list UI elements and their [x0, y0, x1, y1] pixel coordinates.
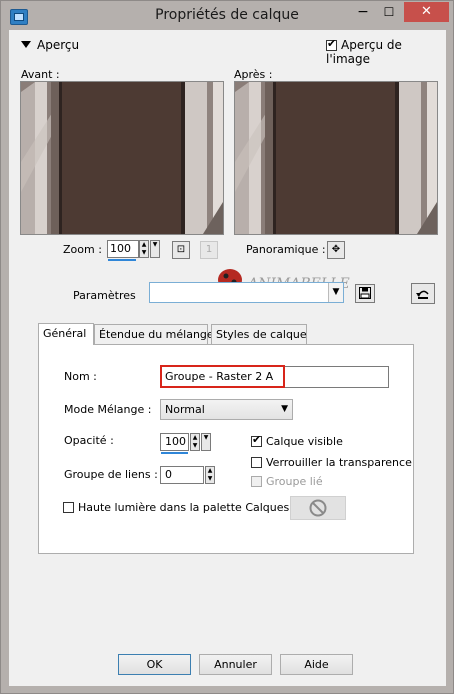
zoom-slider-bar[interactable]	[108, 259, 136, 261]
link-group-label: Groupe de liens :	[64, 468, 158, 481]
save-preset-icon[interactable]	[355, 284, 375, 303]
zoom-dropdown[interactable]: ▼	[150, 240, 160, 258]
lock-transparency-label: Verrouiller la transparence	[266, 456, 412, 469]
checkbox-checked-icon[interactable]	[251, 433, 262, 447]
blend-mode-value: Normal	[165, 403, 205, 416]
blend-mode-select[interactable]: Normal ▼	[160, 399, 293, 420]
checkbox-disabled-icon	[251, 476, 262, 487]
collapse-triangle-icon	[21, 41, 31, 48]
zoom-fit-icon[interactable]: ⊡	[172, 241, 190, 259]
after-preview-image[interactable]	[234, 81, 438, 235]
opacity-label: Opacité :	[64, 434, 114, 447]
checkbox-unchecked-icon[interactable]	[251, 457, 262, 468]
no-symbol-icon	[309, 499, 327, 517]
chevron-down-icon: ▼	[281, 404, 288, 414]
opacity-spinner[interactable]: ▲ ▼	[190, 433, 200, 451]
lock-transparency-checkbox[interactable]: Verrouiller la transparence	[251, 456, 412, 469]
tab-layer-styles[interactable]: Styles de calque	[211, 324, 307, 344]
dialog-body: Aperçu Aperçu de l'image Avant : Après :	[9, 30, 446, 686]
minimize-button[interactable]: −	[350, 3, 376, 23]
help-button[interactable]: Aide	[280, 654, 353, 675]
after-label: Après :	[234, 68, 273, 81]
highlight-in-palette-checkbox[interactable]: Haute lumière dans la palette Calques :	[63, 501, 296, 514]
before-preview-graphic	[21, 82, 223, 234]
before-preview-image[interactable]	[20, 81, 224, 235]
zoom-input[interactable]: 100	[107, 240, 139, 258]
highlight-in-palette-label: Haute lumière dans la palette Calques :	[78, 501, 297, 514]
layer-visible-checkbox[interactable]: Calque visible	[251, 433, 343, 448]
maximize-button[interactable]: ☐	[376, 3, 402, 23]
highlight-color-button[interactable]	[290, 496, 346, 520]
parameters-label: Paramètres	[73, 289, 136, 302]
link-group-spinner[interactable]: ▲ ▼	[205, 466, 215, 484]
parameters-preset-combo[interactable]: ▼	[149, 282, 344, 303]
reset-defaults-icon[interactable]	[411, 283, 435, 304]
show-preview-checkbox[interactable]: Aperçu de l'image	[326, 37, 446, 66]
close-button[interactable]: ✕	[404, 2, 449, 22]
chevron-down-icon[interactable]: ▼	[328, 283, 343, 302]
preview-section-label: Aperçu	[37, 38, 80, 52]
checkbox-checked-icon[interactable]	[326, 37, 337, 51]
group-linked-label: Groupe lié	[266, 475, 323, 488]
cancel-button[interactable]: Annuler	[199, 654, 272, 675]
before-label: Avant :	[21, 68, 60, 81]
link-group-input[interactable]: 0	[160, 466, 204, 484]
preview-section-toggle[interactable]: Aperçu	[21, 38, 79, 52]
zoom-spinner[interactable]: ▲ ▼	[139, 240, 149, 258]
tab-blend-range[interactable]: Étendue du mélange	[94, 324, 214, 344]
group-linked-checkbox: Groupe lié	[251, 475, 323, 488]
opacity-dropdown[interactable]: ▼	[201, 433, 211, 451]
layer-properties-dialog: Propriétés de calque − ☐ ✕ Aperçu Aperçu…	[0, 0, 454, 694]
show-preview-label: Aperçu de l'image	[326, 38, 402, 66]
pan-label: Panoramique :	[246, 243, 326, 256]
title-bar[interactable]: Propriétés de calque − ☐ ✕	[1, 1, 453, 29]
ok-button[interactable]: OK	[118, 654, 191, 675]
name-label: Nom :	[64, 370, 97, 383]
blend-mode-label: Mode Mélange :	[64, 403, 152, 416]
zoom-label: Zoom :	[63, 243, 102, 256]
after-preview-graphic	[235, 82, 437, 234]
opacity-slider-bar[interactable]	[161, 452, 188, 454]
opacity-input[interactable]: 100	[160, 433, 189, 451]
highlight-box	[160, 365, 285, 388]
checkbox-unchecked-icon[interactable]	[63, 502, 74, 513]
layer-visible-label: Calque visible	[266, 435, 343, 448]
tab-general[interactable]: Général	[38, 323, 94, 345]
